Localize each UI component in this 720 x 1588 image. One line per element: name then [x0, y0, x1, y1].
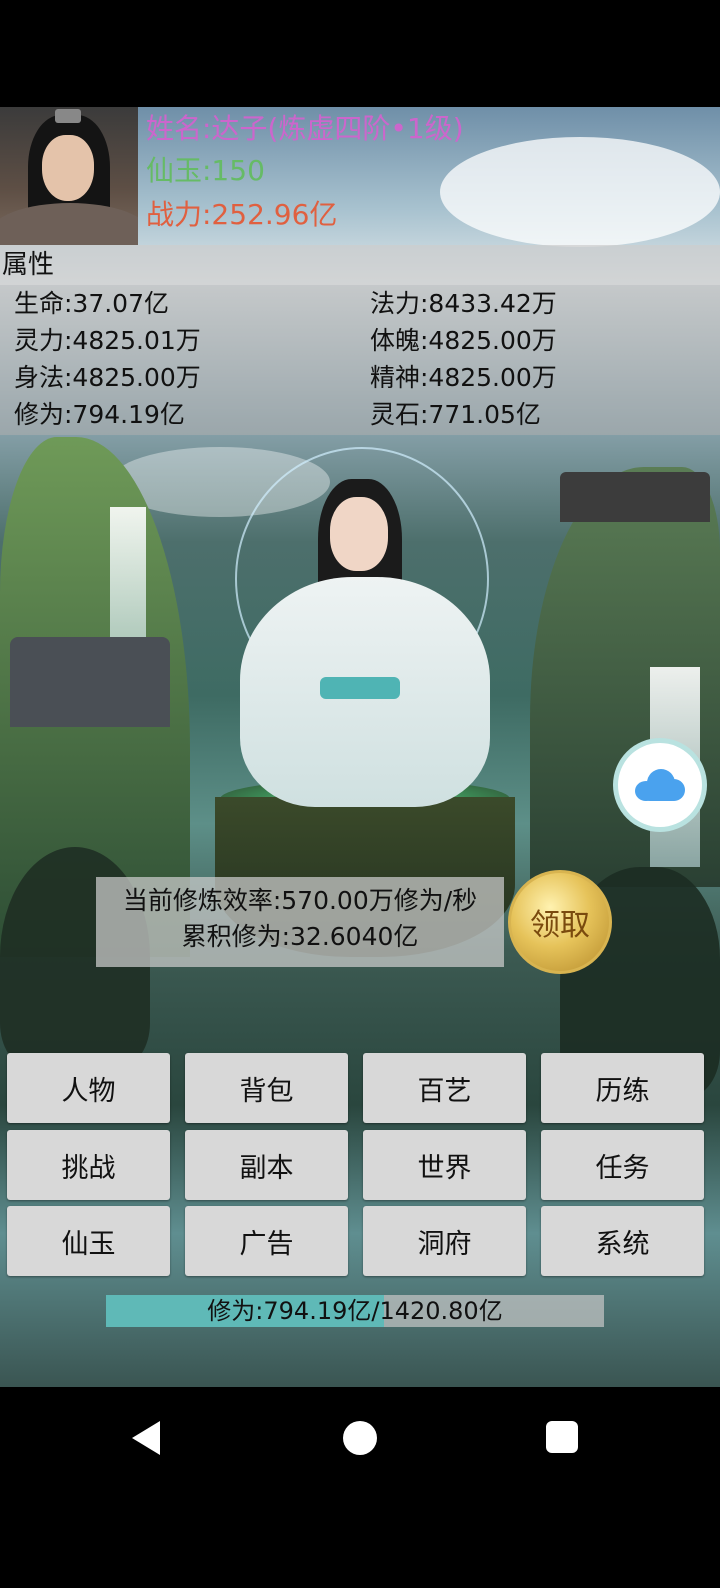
menu-training-button[interactable]: 历练	[541, 1053, 704, 1123]
attr-mana: 法力:8433.42万	[370, 289, 557, 318]
attr-hp: 生命:37.07亿	[14, 289, 169, 318]
avatar[interactable]	[0, 107, 138, 245]
menu-quests-button[interactable]: 任务	[541, 1130, 704, 1200]
menu-jade-button[interactable]: 仙玉	[7, 1206, 170, 1276]
pavilion	[560, 472, 710, 522]
cultivation-progress-bar: 修为:794.19亿/1420.80亿	[106, 1295, 604, 1327]
sage-sash	[320, 677, 400, 699]
menu-dungeon-button[interactable]: 副本	[185, 1130, 348, 1200]
player-jade: 仙玉:150	[146, 154, 265, 187]
pavilion	[10, 637, 170, 727]
home-icon[interactable]	[343, 1421, 377, 1455]
recent-apps-icon[interactable]	[546, 1421, 578, 1453]
cloud-button[interactable]	[618, 743, 702, 827]
progress-text: 修为:794.19亿/1420.80亿	[207, 1297, 503, 1325]
menu-system-button[interactable]: 系统	[541, 1206, 704, 1276]
cultivation-info: 当前修炼效率:570.00万修为/秒 累积修为:32.6040亿	[96, 877, 504, 967]
menu-world-button[interactable]: 世界	[363, 1130, 526, 1200]
menu-backpack-button[interactable]: 背包	[185, 1053, 348, 1123]
menu-challenge-button[interactable]: 挑战	[7, 1130, 170, 1200]
back-icon[interactable]	[132, 1421, 160, 1455]
attributes-panel: 生命:37.07亿 法力:8433.42万 灵力:4825.01万 体魄:482…	[0, 285, 720, 435]
status-bar	[0, 0, 720, 107]
attr-spirit: 灵力:4825.01万	[14, 326, 201, 355]
attr-agility: 身法:4825.00万	[14, 363, 201, 392]
player-power: 战力:252.96亿	[146, 198, 338, 231]
cloud-decoration	[440, 137, 720, 247]
attr-cultivation: 修为:794.19亿	[14, 400, 185, 429]
attr-physique: 体魄:4825.00万	[370, 326, 557, 355]
menu-cave-button[interactable]: 洞府	[363, 1206, 526, 1276]
cloud-icon	[635, 769, 685, 801]
attributes-title: 属性	[0, 245, 720, 285]
menu-crafts-button[interactable]: 百艺	[363, 1053, 526, 1123]
efficiency-text: 当前修炼效率:570.00万修为/秒	[122, 886, 478, 915]
attr-spirit-stones: 灵石:771.05亿	[370, 400, 541, 429]
menu-character-button[interactable]: 人物	[7, 1053, 170, 1123]
game-scene: 姓名:达子(炼虚四阶•1级) 仙玉:150 战力:252.96亿 属性 生命:3…	[0, 107, 720, 1387]
player-name: 姓名:达子(炼虚四阶•1级)	[146, 112, 464, 145]
attr-mind: 精神:4825.00万	[370, 363, 557, 392]
accumulated-text: 累积修为:32.6040亿	[181, 922, 419, 951]
navigation-bar	[0, 1387, 720, 1588]
claim-button[interactable]: 领取	[508, 870, 612, 974]
sage-head	[330, 497, 388, 571]
menu-ads-button[interactable]: 广告	[185, 1206, 348, 1276]
